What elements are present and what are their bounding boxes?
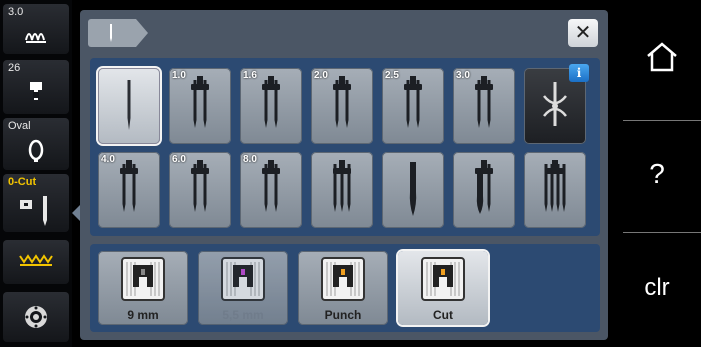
needle-option-2.0[interactable]: 2.0 [311,68,373,144]
foot-option-9-mm[interactable]: 9 mm [98,251,188,325]
left-sidebar: 3.0 26 Oval 0-Cut [0,0,72,347]
needle-size-label: 1.6 [243,70,257,81]
needle-option-quad[interactable] [524,152,586,228]
cut-button[interactable]: 0-Cut [3,174,69,232]
right-sidebar: ? clr [613,0,701,347]
stitch-plate-icon [421,257,465,301]
close-button[interactable]: ✕ [568,19,598,47]
stitch-plate-icon [121,257,165,301]
stitch-count: 26 [8,62,21,74]
hoop-button[interactable]: Oval [3,118,69,170]
needle-option-3.0[interactable]: 3.0 [453,68,515,144]
wing-double-needle-icon [475,160,493,214]
clear-button[interactable]: clr [613,232,701,342]
panel-header: ✕ [80,10,608,56]
needle-size-label: 8.0 [243,154,257,165]
needle-size-label: 2.0 [314,70,328,81]
oval-hoop-icon [3,138,69,164]
foot-label: Punch [324,308,362,322]
presser-foot-icon [3,80,69,104]
stitch-length-button[interactable]: 3.0 [3,4,69,54]
foot-option-5-5-mm[interactable]: 5,5 mm [198,251,288,325]
stitch-plate-icon [221,257,265,301]
needle-foot-icon [3,194,69,228]
needle-option-4.0[interactable]: 4.0 [98,152,160,228]
needle-icon [110,24,112,42]
foot-label: 5,5 mm [222,308,264,322]
needle-option-info[interactable]: i [524,64,589,144]
triple-needle-icon [333,160,351,212]
presser-foot-grid: 9 mm 5,5 mm Punch Cut [90,244,600,332]
cut-label: 0-Cut [8,176,37,188]
clear-label: clr [644,274,670,301]
needle-option-single[interactable] [98,68,160,144]
info-icon[interactable]: i [569,64,589,82]
needle-option-2.5[interactable]: 2.5 [382,68,444,144]
needle-option-8.0[interactable]: 8.0 [240,152,302,228]
quad-needle-icon [544,160,566,212]
stitch-plate-icon [321,257,365,301]
needle-option-wing-double[interactable] [453,152,515,228]
zigzag-icon [3,252,69,268]
foot-label: Cut [433,308,453,322]
foot-option-cut[interactable]: Cut [398,251,488,325]
home-icon [647,42,677,72]
needle-size-label: 3.0 [456,70,470,81]
bobbin-button[interactable] [3,292,69,342]
needle-grid: 1.0 1.6 2.0 2.5 3.0 i 4.0 6.0 8.0 [90,58,600,236]
needle-option-6.0[interactable]: 6.0 [169,152,231,228]
needle-size-label: 6.0 [172,154,186,165]
needle-size-label: 2.5 [385,70,399,81]
needle-option-1.0[interactable]: 1.0 [169,68,231,144]
needle-tab[interactable] [88,19,148,47]
stitch-icon [3,26,69,46]
needle-size-label: 1.0 [172,70,186,81]
foot-option-punch[interactable]: Punch [298,251,388,325]
help-label: ? [649,158,665,189]
needle-option-1.6[interactable]: 1.6 [240,68,302,144]
foot-label: 9 mm [127,308,159,322]
needle-selection-panel: ✕ 1.0 1.6 2.0 2.5 3.0 i 4.0 6.0 8.0 9 mm 5,5 mm … [80,10,608,340]
needle-size-label: 4.0 [101,154,115,165]
hoop-label: Oval [8,120,31,132]
bobbin-icon [3,304,69,330]
help-button[interactable]: ? [613,120,701,230]
home-button[interactable] [613,0,701,110]
stitch-length-value: 3.0 [8,6,24,18]
single-needle-icon [127,80,131,130]
wing-needle-icon [409,162,417,216]
presser-foot-button[interactable]: 26 [3,60,69,114]
needle-option-triple[interactable] [311,152,373,228]
feed-dog-button[interactable] [3,240,69,284]
needle-option-wing[interactable] [382,152,444,228]
selection-pointer [72,205,80,221]
